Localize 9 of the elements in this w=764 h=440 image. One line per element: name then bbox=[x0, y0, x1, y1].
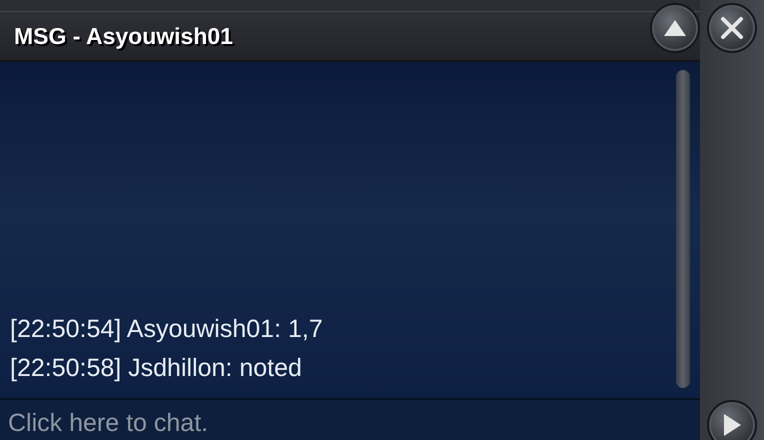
chat-message: [22:50:58] Jsdhillon: noted bbox=[10, 353, 303, 384]
chat-input[interactable]: Click here to chat. bbox=[0, 398, 700, 440]
send-button[interactable] bbox=[707, 400, 757, 440]
triangle-up-icon bbox=[662, 18, 688, 38]
play-icon bbox=[721, 412, 743, 438]
close-icon bbox=[720, 16, 744, 40]
scrollbar-thumb[interactable] bbox=[676, 70, 690, 388]
window-title: MSG - Asyouwish01 bbox=[14, 22, 233, 50]
chat-message: [22:50:54] Asyouwish01: 1,7 bbox=[10, 314, 324, 345]
